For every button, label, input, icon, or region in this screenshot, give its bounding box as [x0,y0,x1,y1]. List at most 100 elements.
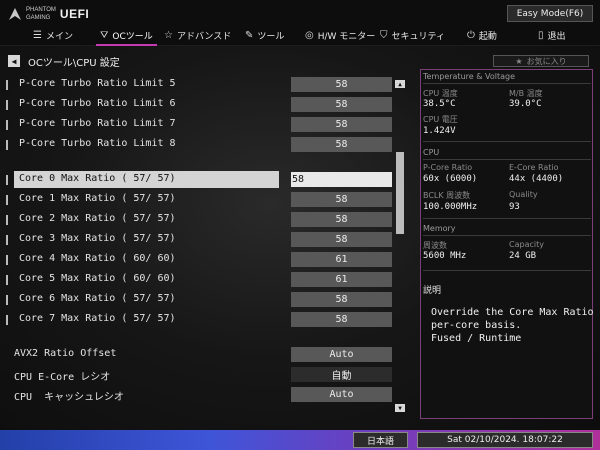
description-line: Fused / Runtime [431,333,522,344]
setting-value[interactable]: 58 [291,172,392,187]
phantom-gaming-logo: PHANTOM GAMING UEFI [8,6,89,22]
setting-label: Core 3 Max Ratio ( 57/ 57) [19,233,176,244]
favorite-label: お気に入り [526,56,567,66]
mem-capacity-label: Capacity [509,240,544,249]
tool-icon: ✎ [245,29,254,41]
setting-row[interactable]: CPU E-Core レシオ 自動 [6,366,392,384]
row-marker [6,235,8,245]
row-marker [6,100,8,110]
setting-value[interactable]: 58 [291,137,392,152]
setting-label: P-Core Turbo Ratio Limit 7 [19,118,176,129]
bclk-label: BCLK 周波数 [423,191,471,200]
divider [423,83,591,84]
setting-row[interactable]: Core 6 Max Ratio ( 57/ 57) 58 [6,291,392,309]
description-text: Override the Core Max Ratio on per-core … [431,306,600,345]
description-title: 説明 [423,286,442,296]
info-panel: Temperature & Voltage CPU 温度 38.5°C M/B … [420,69,600,419]
logo-line2: GAMING [26,15,51,21]
tab-oc-tools[interactable]: ⛛ OCツール [96,25,157,46]
setting-row[interactable]: P-Core Turbo Ratio Limit 5 58 [6,76,392,94]
main-icon: ☰ [33,29,42,41]
setting-row[interactable]: Core 2 Max Ratio ( 57/ 57) 58 [6,211,392,229]
easy-mode-button[interactable]: Easy Mode(F6) [507,5,593,22]
setting-value[interactable]: 自動 [291,367,392,382]
setting-value[interactable]: 58 [291,117,392,132]
tab-tools[interactable]: ✎ ツール [245,25,284,45]
setting-row[interactable]: P-Core Turbo Ratio Limit 6 58 [6,96,392,114]
setting-row[interactable]: P-Core Turbo Ratio Limit 7 58 [6,116,392,134]
tab-exit[interactable]: ▯ 退出 [538,25,566,45]
row-marker [6,275,8,285]
oc-icon: ⛛ [100,29,109,41]
section-temp-voltage: Temperature & Voltage [423,72,516,81]
tab-oc-label: OCツール [112,31,153,42]
row-marker [6,195,8,205]
tab-advanced[interactable]: ☆ アドバンスド [164,25,231,45]
setting-value[interactable]: 58 [291,97,392,112]
setting-row[interactable]: Core 7 Max Ratio ( 57/ 57) 58 [6,311,392,329]
setting-label: Core 2 Max Ratio ( 57/ 57) [19,213,176,224]
settings-scrollbar[interactable]: ▲ ▼ [395,80,405,413]
setting-label: Core 0 Max Ratio ( 57/ 57) [19,173,176,184]
row-marker [6,175,8,185]
power-icon: ⏻ [467,29,475,41]
scroll-up-arrow-icon[interactable]: ▲ [395,80,405,88]
setting-row-selected[interactable]: Core 0 Max Ratio ( 57/ 57) 58 [6,171,392,189]
setting-row[interactable]: Core 1 Max Ratio ( 57/ 57) 58 [6,191,392,209]
setting-row[interactable]: Core 5 Max Ratio ( 60/ 60) 61 [6,271,392,289]
tab-advanced-label: アドバンスド [176,31,232,42]
setting-value[interactable]: 58 [291,212,392,227]
section-memory: Memory [423,224,456,233]
tab-boot[interactable]: ⏻ 起動 [467,25,497,45]
setting-row[interactable]: Core 3 Max Ratio ( 57/ 57) 58 [6,231,392,249]
section-cpu: CPU [423,148,440,157]
divider [423,235,591,236]
setting-row[interactable]: P-Core Turbo Ratio Limit 8 58 [6,136,392,154]
bclk-value: 100.000MHz [423,202,478,212]
setting-value[interactable]: Auto [291,347,392,362]
pcore-ratio-label: P-Core Ratio [423,163,473,172]
setting-value[interactable]: 58 [291,192,392,207]
header: PHANTOM GAMING UEFI Easy Mode(F6) ☰ メイン … [0,0,600,46]
tab-hw-monitor[interactable]: ◎ H/W モニター [305,25,375,45]
tab-security-label: セキュリティ [391,31,445,42]
row-marker [6,215,8,225]
phantom-logo-icon [9,8,21,20]
row-marker [6,80,8,90]
cpu-temp-label: CPU 温度 [423,89,458,98]
language-button[interactable]: 日本語 [353,432,408,448]
setting-value[interactable]: Auto [291,387,392,402]
back-arrow-icon[interactable]: ◀ [8,55,20,67]
favorite-button[interactable]: ★ お気に入り [493,55,589,67]
row-marker [6,315,8,325]
tab-hw-label: H/W モニター [317,31,376,42]
setting-label: P-Core Turbo Ratio Limit 5 [19,78,176,89]
setting-value[interactable]: 58 [291,292,392,307]
setting-value[interactable]: 58 [291,77,392,92]
shield-icon: ⛉ [380,29,388,41]
quality-value: 93 [509,202,520,212]
divider [423,159,591,160]
ecore-ratio-label: E-Core Ratio [509,163,559,172]
mem-freq-value: 5600 MHz [423,251,467,261]
tab-security[interactable]: ⛉ セキュリティ [380,25,445,45]
setting-value[interactable]: 61 [291,252,392,267]
setting-row[interactable]: CPU キャッシュレシオ Auto [6,386,392,404]
row-marker [6,120,8,130]
setting-row[interactable]: Core 4 Max Ratio ( 60/ 60) 61 [6,251,392,269]
cpu-temp-value: 38.5°C [423,99,456,109]
row-marker [6,140,8,150]
settings-list: P-Core Turbo Ratio Limit 5 58 P-Core Tur… [0,72,410,417]
tab-main[interactable]: ☰ メイン [33,25,73,45]
logo-uefi: UEFI [59,7,90,21]
setting-row[interactable]: AVX2 Ratio Offset Auto [6,346,392,364]
favorite-star-icon: ★ [515,56,523,66]
scroll-down-arrow-icon[interactable]: ▼ [395,404,405,412]
setting-value[interactable]: 58 [291,232,392,247]
breadcrumb: OCツール\CPU 設定 [28,58,120,69]
setting-value[interactable]: 58 [291,312,392,327]
cpu-volt-label: CPU 電圧 [423,115,458,124]
scroll-thumb[interactable] [396,152,404,234]
setting-value[interactable]: 61 [291,272,392,287]
setting-label: Core 6 Max Ratio ( 57/ 57) [19,293,176,304]
